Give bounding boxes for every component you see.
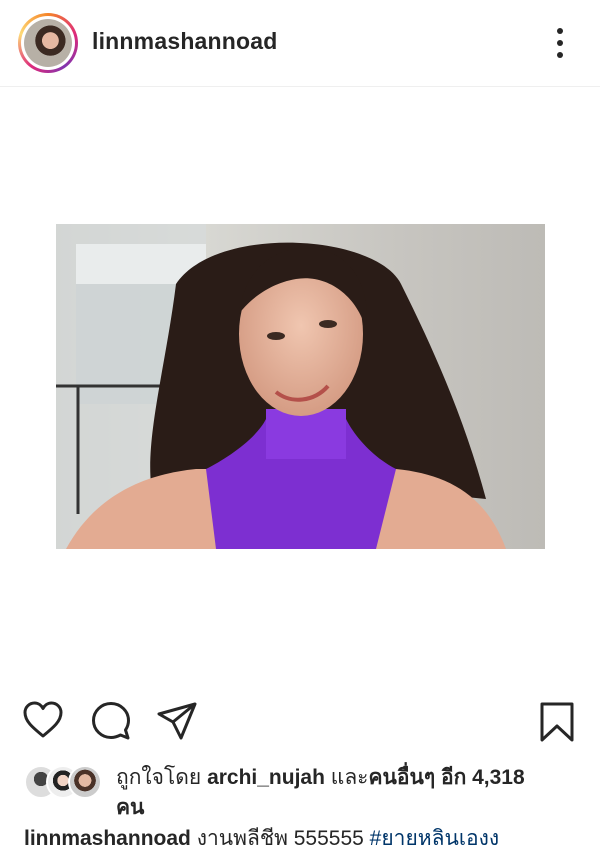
- comment-icon[interactable]: [90, 700, 132, 747]
- post-header: linnmashannoad: [0, 0, 600, 87]
- liker-username[interactable]: archi_nujah: [207, 766, 325, 789]
- caption-username[interactable]: linnmashannoad: [24, 827, 191, 850]
- likes-row: ถูกใจโดย archi_nujah และคนอื่นๆ อีก 4,31…: [24, 763, 584, 819]
- caption-hashtag[interactable]: #ยายหลินเองง: [370, 827, 499, 850]
- profile-avatar[interactable]: [18, 13, 78, 73]
- post-username[interactable]: linnmashannoad: [92, 28, 278, 55]
- more-vertical-icon[interactable]: [548, 26, 572, 60]
- post-photo[interactable]: [56, 224, 545, 549]
- likes-others-unit[interactable]: คน: [116, 796, 144, 819]
- liker-avatar[interactable]: [68, 765, 102, 799]
- action-bar: [0, 700, 600, 750]
- caption-text: งานพลีชีพ 555555: [196, 827, 364, 850]
- likes-others-link[interactable]: คนอื่นๆ อีก 4,318: [368, 766, 524, 789]
- likes-and: และ: [330, 766, 369, 789]
- likes-prefix: ถูกใจโดย: [116, 766, 202, 789]
- likes-text: ถูกใจโดย archi_nujah และคนอื่นๆ อีก 4,31…: [116, 763, 586, 823]
- avatar-image: [24, 19, 72, 67]
- heart-icon[interactable]: [22, 700, 64, 745]
- photo-image: [56, 224, 545, 549]
- post-caption: linnmashannoad งานพลีชีพ 555555 #ยายหลิน…: [24, 824, 594, 854]
- bookmark-icon[interactable]: [538, 700, 576, 749]
- send-icon[interactable]: [156, 700, 198, 747]
